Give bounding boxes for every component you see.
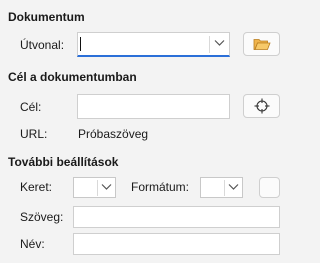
chevron-down-icon[interactable] xyxy=(214,39,225,47)
frame-combobox[interactable] xyxy=(73,177,116,198)
section-title-document: Dokumentum xyxy=(8,10,85,24)
name-label: Név: xyxy=(20,237,45,251)
section-title-target: Cél a dokumentumban xyxy=(8,70,137,84)
format-label: Formátum: xyxy=(131,180,190,194)
url-label: URL: xyxy=(20,127,48,141)
url-value: Próbaszöveg xyxy=(78,127,149,141)
chevron-down-icon[interactable] xyxy=(101,183,112,191)
combo-separator xyxy=(97,180,98,196)
text-cursor xyxy=(80,37,81,51)
text-label: Szöveg: xyxy=(20,210,64,224)
events-button[interactable] xyxy=(259,177,280,198)
chevron-down-icon[interactable] xyxy=(228,183,239,191)
name-input[interactable] xyxy=(73,233,280,255)
folder-open-icon xyxy=(253,39,271,50)
browse-button[interactable] xyxy=(243,32,280,56)
path-label: Útvonal: xyxy=(20,38,65,52)
frame-label: Keret: xyxy=(20,180,53,194)
format-combobox[interactable] xyxy=(200,177,243,198)
target-button[interactable] xyxy=(243,94,280,118)
crosshair-icon xyxy=(254,98,269,114)
path-combobox[interactable] xyxy=(77,32,230,57)
combo-separator xyxy=(209,36,210,53)
text-input[interactable] xyxy=(73,206,280,228)
combo-separator xyxy=(224,180,225,196)
section-title-more: További beállítások xyxy=(8,155,119,169)
target-input[interactable] xyxy=(77,94,230,119)
target-label: Cél: xyxy=(20,100,42,114)
